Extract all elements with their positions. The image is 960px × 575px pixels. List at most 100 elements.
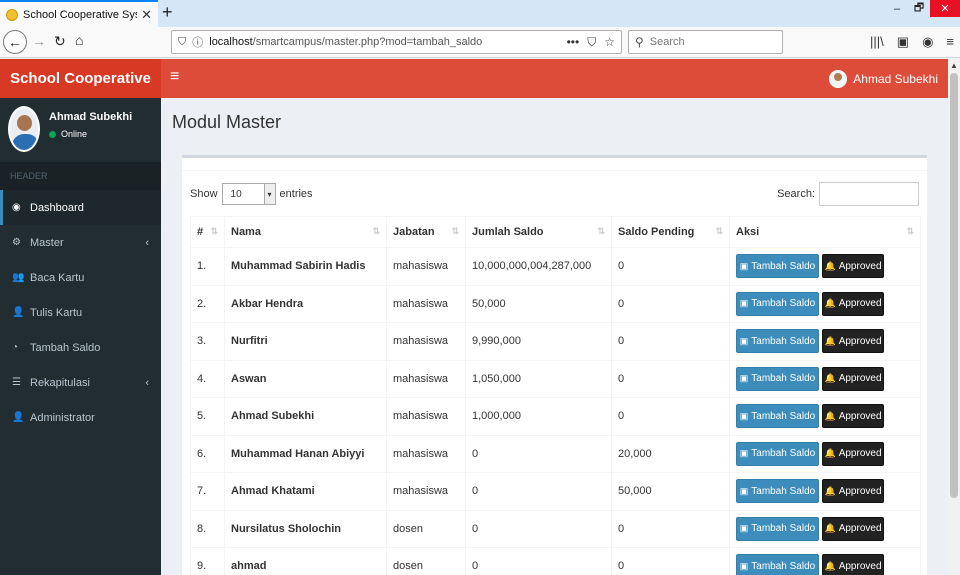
- cell-no: 3.: [190, 322, 225, 361]
- cell-jumlah-saldo: 0: [465, 509, 612, 548]
- bell-icon: 🔔: [824, 523, 836, 534]
- browser-navbar: ← → ↻ ⌂ ⛉ ⓘ localhost/smartcampus/master…: [0, 27, 960, 58]
- approved-button[interactable]: 🔔 Approved: [822, 554, 884, 575]
- sidebar-item-label: Baca Kartu: [30, 271, 85, 284]
- table-row: 6. Muhammad Hanan Abiyyi mahasiswa 0 20,000 ▣…: [190, 434, 921, 473]
- approved-label: Approved: [838, 260, 882, 272]
- header-user-name: Ahmad Subekhi: [853, 71, 938, 86]
- browser-search-bar[interactable]: ⚲: [628, 30, 783, 54]
- close-window-button[interactable]: ✕: [930, 0, 960, 17]
- column-header-nama[interactable]: Nama ⇅: [224, 216, 387, 248]
- header-user-menu[interactable]: Ahmad Subekhi: [829, 59, 938, 98]
- browser-toolbar-right: |||\ ▣ ◉ ≡: [870, 34, 954, 50]
- reload-button[interactable]: ↻: [54, 33, 66, 50]
- sidebar-item-dashboard[interactable]: ◉ Dashboard: [0, 190, 161, 225]
- sidebar-item-master[interactable]: ⚙ Master ‹: [0, 225, 161, 260]
- cell-jumlah-saldo: 0: [465, 547, 612, 575]
- column-header-jabatan[interactable]: Jabatan ⇅: [386, 216, 466, 248]
- url-text[interactable]: localhost/smartcampus/master.php?mod=tam…: [209, 36, 566, 48]
- scroll-up-icon[interactable]: ▲: [948, 59, 960, 71]
- tab-title: School Cooperative System: [23, 8, 137, 21]
- bell-icon: 🔔: [824, 410, 836, 421]
- tambah-saldo-button[interactable]: ▣ Tambah Saldo: [736, 441, 819, 466]
- column-header-saldo-pending[interactable]: Saldo Pending ⇅: [611, 216, 730, 248]
- column-header-jumlah-saldo[interactable]: Jumlah Saldo ⇅: [465, 216, 612, 248]
- cell-jumlah-saldo: 0: [465, 472, 612, 511]
- account-icon[interactable]: ◉: [922, 34, 933, 50]
- restore-button[interactable]: 🗗: [908, 0, 930, 17]
- pocket-icon[interactable]: ⛉: [587, 35, 596, 50]
- sidebar-toggle-icon[interactable]: ▣: [897, 34, 909, 50]
- approved-label: Approved: [838, 373, 882, 385]
- cell-jumlah-saldo: 50,000: [465, 284, 612, 323]
- forward-button[interactable]: →: [32, 33, 46, 49]
- approved-button[interactable]: 🔔 Approved: [822, 366, 884, 391]
- cell-jabatan: mahasiswa: [386, 472, 466, 511]
- tambah-saldo-button[interactable]: ▣ Tambah Saldo: [736, 329, 819, 354]
- approved-button[interactable]: 🔔 Approved: [822, 291, 884, 316]
- entries-select[interactable]: 10 ▾: [221, 183, 276, 205]
- tambah-saldo-button[interactable]: ▣ Tambah Saldo: [736, 516, 819, 541]
- browser-search-input[interactable]: [649, 36, 770, 48]
- sidebar-toggle-button[interactable]: ≡: [170, 68, 179, 86]
- tambah-saldo-button[interactable]: ▣ Tambah Saldo: [736, 404, 819, 429]
- approved-button[interactable]: 🔔 Approved: [822, 329, 884, 354]
- url-bar[interactable]: ⛉ ⓘ localhost/smartcampus/master.php?mod…: [171, 30, 622, 54]
- back-button[interactable]: ←: [3, 30, 27, 54]
- cell-nama: Ahmad Khatami: [224, 472, 387, 511]
- window-controls: – 🗗 ✕: [886, 0, 960, 17]
- library-icon[interactable]: |||\: [870, 34, 884, 50]
- tambah-saldo-button[interactable]: ▣ Tambah Saldo: [736, 254, 819, 279]
- bell-icon: 🔔: [824, 560, 836, 571]
- entries-select-value: 10: [230, 188, 242, 200]
- home-button[interactable]: ⌂: [75, 32, 83, 48]
- approved-button[interactable]: 🔔 Approved: [822, 479, 884, 504]
- tambah-saldo-button[interactable]: ▣ Tambah Saldo: [736, 554, 819, 575]
- cell-nama: Aswan: [224, 359, 387, 398]
- column-header-no[interactable]: # ⇅: [190, 216, 225, 248]
- table-row: 5. Ahmad Subekhi mahasiswa 1,000,000 0 ▣ Tamba…: [190, 397, 921, 436]
- sidebar-item-rekapitulasi[interactable]: ☰ Rekapitulasi ‹: [0, 365, 161, 400]
- hamburger-menu-icon[interactable]: ≡: [946, 34, 954, 50]
- sort-icon: ⇅: [906, 226, 914, 236]
- column-header-aksi[interactable]: Aksi ⇅: [729, 216, 921, 248]
- table-row: 2. Akbar Hendra mahasiswa 50,000 0 ▣ Tambah Sa…: [190, 284, 921, 323]
- tambah-saldo-button[interactable]: ▣ Tambah Saldo: [736, 479, 819, 504]
- table-body: 1. Muhammad Sabirin Hadis mahasiswa 10,000,…: [190, 247, 921, 575]
- cell-no: 5.: [190, 397, 225, 436]
- bookmark-star-icon[interactable]: ☆: [604, 35, 615, 50]
- table-row: 3. Nurfitri mahasiswa 9,990,000 0 ▣ Tambah Sal…: [190, 322, 921, 361]
- approved-button[interactable]: 🔔 Approved: [822, 441, 884, 466]
- cell-jabatan: dosen: [386, 509, 466, 548]
- page-actions-icon[interactable]: •••: [567, 35, 580, 50]
- chevron-down-icon: ▾: [263, 184, 275, 204]
- minimize-button[interactable]: –: [886, 0, 908, 17]
- table-search-input[interactable]: [819, 182, 919, 206]
- chevron-left-icon: ‹: [145, 376, 149, 389]
- tambah-saldo-label: Tambah Saldo: [751, 373, 816, 385]
- tambah-saldo-button[interactable]: ▣ Tambah Saldo: [736, 291, 819, 316]
- cell-aksi: ▣ Tambah Saldo 🔔 Approved: [729, 359, 921, 398]
- app-logo[interactable]: School Cooperative: [0, 59, 161, 98]
- sidebar-item-administrator[interactable]: 👤 Administrator: [0, 400, 161, 435]
- cell-no: 7.: [190, 472, 225, 511]
- sort-asc-icon: ⇅: [210, 226, 218, 236]
- sidebar-item-baca-kartu[interactable]: 👥 Baca Kartu: [0, 260, 161, 295]
- close-tab-icon[interactable]: ✕: [141, 7, 152, 23]
- approved-button[interactable]: 🔔 Approved: [822, 516, 884, 541]
- scroll-thumb[interactable]: [950, 73, 958, 498]
- sidebar-item-tambah-saldo[interactable]: ◔ Tambah Saldo: [0, 330, 161, 365]
- page-scrollbar[interactable]: ▲: [948, 59, 960, 575]
- browser-tab[interactable]: School Cooperative System ✕: [0, 0, 158, 27]
- approved-button[interactable]: 🔔 Approved: [822, 404, 884, 429]
- tambah-saldo-button[interactable]: ▣ Tambah Saldo: [736, 366, 819, 391]
- cell-jabatan: mahasiswa: [386, 434, 466, 473]
- tambah-saldo-label: Tambah Saldo: [751, 523, 816, 535]
- sidebar-item-tulis-kartu[interactable]: 👤 Tulis Kartu: [0, 295, 161, 330]
- page-title: Modul Master: [172, 112, 282, 132]
- info-icon[interactable]: ⓘ: [192, 34, 203, 50]
- cell-aksi: ▣ Tambah Saldo 🔔 Approved: [729, 434, 921, 473]
- cell-aksi: ▣ Tambah Saldo 🔔 Approved: [729, 397, 921, 436]
- approved-button[interactable]: 🔔 Approved: [822, 254, 884, 279]
- new-tab-button[interactable]: +: [162, 2, 173, 23]
